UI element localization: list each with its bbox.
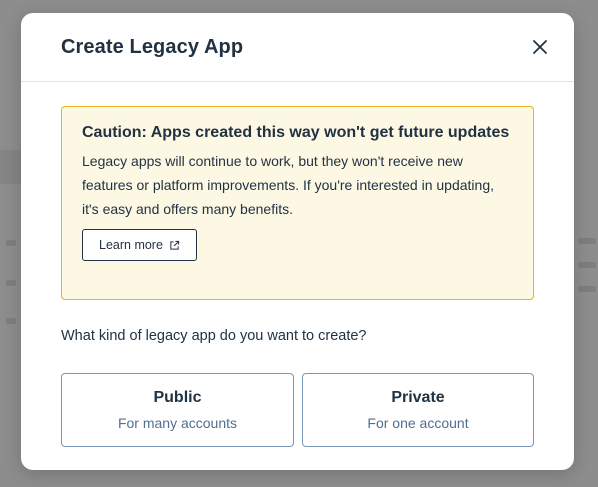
option-title: Private <box>391 389 445 406</box>
close-icon <box>533 40 547 54</box>
background-element <box>578 238 596 244</box>
modal-header: Create Legacy App <box>21 13 574 82</box>
background-element <box>6 318 16 324</box>
background-element <box>6 240 16 246</box>
external-link-icon <box>170 240 180 250</box>
private-app-option[interactable]: Private For one account <box>302 373 534 447</box>
app-type-question: What kind of legacy app do you want to c… <box>61 328 367 344</box>
alert-text: Legacy apps will continue to work, but t… <box>82 153 494 217</box>
background-element <box>578 262 596 268</box>
app-type-options: Public For many accounts Private For one… <box>61 373 534 447</box>
option-subtitle: For one account <box>367 415 469 431</box>
close-button[interactable] <box>528 35 552 59</box>
public-app-option[interactable]: Public For many accounts <box>61 373 294 447</box>
learn-more-label: Learn more <box>99 238 163 252</box>
learn-more-button[interactable]: Learn more <box>82 229 197 261</box>
alert-title: Caution: Apps created this way won't get… <box>82 124 510 141</box>
option-title: Public <box>153 389 202 406</box>
background-element <box>578 286 596 292</box>
caution-alert: Caution: Apps created this way won't get… <box>61 106 534 300</box>
modal-body: Caution: Apps created this way won't get… <box>21 82 574 447</box>
option-subtitle: For many accounts <box>117 415 238 431</box>
create-legacy-app-dialog: Create Legacy App Caution: Apps created … <box>21 13 574 470</box>
background-panel <box>0 150 21 184</box>
modal-title: Create Legacy App <box>61 35 244 58</box>
background-element <box>6 280 16 286</box>
